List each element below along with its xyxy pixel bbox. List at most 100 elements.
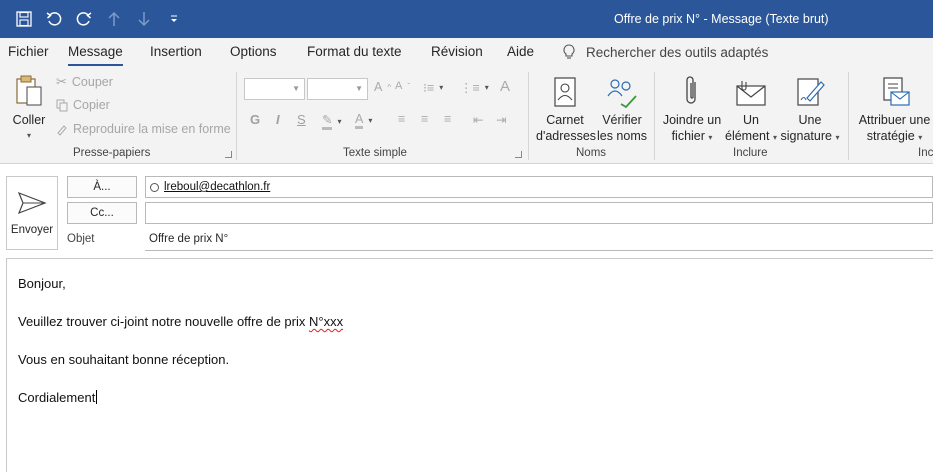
tab-revision[interactable]: Révision xyxy=(431,44,483,59)
increase-indent-icon[interactable]: ⇥ xyxy=(496,112,506,127)
presence-icon xyxy=(150,182,159,192)
signature-button[interactable]: Une signature ▾ xyxy=(780,72,840,146)
ribbon: Coller ▾ ✂ Couper Copier Reproduire la m… xyxy=(0,66,933,164)
copy-button[interactable]: Copier xyxy=(56,98,110,112)
copy-icon xyxy=(56,99,68,111)
text-cursor xyxy=(96,390,98,404)
tab-message[interactable]: Message xyxy=(68,44,123,67)
align-center-icon[interactable]: ≡ xyxy=(421,112,428,126)
cut-button[interactable]: ✂ Couper xyxy=(56,74,113,90)
signature-icon xyxy=(797,78,825,106)
assign-policy-button[interactable]: Attribuer une stratégie ▾ xyxy=(856,72,933,146)
cc-button[interactable]: Cc... xyxy=(67,202,137,224)
font-color-button[interactable]: A ▾ xyxy=(355,112,372,129)
basic-text-group-label: Texte simple xyxy=(343,147,407,159)
send-icon xyxy=(17,191,47,215)
shrink-font-icon[interactable]: Aˇ xyxy=(395,80,410,92)
to-field[interactable]: lreboul@decathlon.fr xyxy=(145,176,933,198)
underline-button[interactable]: S xyxy=(297,112,306,127)
envelope-icon xyxy=(736,81,766,106)
highlight-color-button[interactable]: ✎ ▾ xyxy=(322,112,342,130)
paste-button[interactable]: Coller ▾ xyxy=(10,72,48,144)
scissors-icon: ✂ xyxy=(56,74,67,89)
body-line: Veuillez trouver ci-joint notre nouvelle… xyxy=(18,314,933,352)
tab-insertion[interactable]: Insertion xyxy=(150,44,202,59)
save-icon[interactable] xyxy=(14,8,34,30)
bullets-icon[interactable]: ⁝≡ ▾ xyxy=(423,80,443,95)
address-book-button[interactable]: Carnet d'adresses xyxy=(536,72,597,144)
attach-item-button[interactable]: Un élément ▾ xyxy=(724,72,778,146)
cc-field[interactable] xyxy=(145,202,933,224)
tab-options[interactable]: Options xyxy=(230,44,277,59)
attach-file-label-1: Joindre un xyxy=(662,113,722,127)
ribbon-tabs: Fichier Message Insertion Options Format… xyxy=(0,38,933,67)
lightbulb-icon xyxy=(563,44,575,59)
signature-label-2: signature xyxy=(780,129,832,143)
check-names-button[interactable]: Vérifier les noms xyxy=(596,72,648,144)
title-bar: Offre de prix N° - Message (Texte brut) xyxy=(0,0,933,38)
send-label: Envoyer xyxy=(10,224,54,236)
format-painter-button[interactable]: Reproduire la mise en forme xyxy=(56,122,231,136)
recipient-address: lreboul@decathlon.fr xyxy=(164,181,271,193)
body-line: Cordialement xyxy=(18,390,933,428)
window-title: Offre de prix N° - Message (Texte brut) xyxy=(614,12,829,26)
assign-policy-label-1: Attribuer une xyxy=(858,113,931,127)
customize-qat-icon[interactable] xyxy=(164,8,184,30)
check-names-label-1: Vérifier xyxy=(602,113,642,127)
undo-icon[interactable] xyxy=(44,8,64,30)
tab-aide[interactable]: Aide xyxy=(507,44,534,59)
group-divider xyxy=(528,72,529,160)
group-divider xyxy=(236,72,237,160)
bold-button[interactable]: G xyxy=(250,112,260,127)
attach-item-label-1: Un xyxy=(743,113,759,127)
italic-button[interactable]: I xyxy=(276,112,280,127)
decrease-indent-icon[interactable]: ⇤ xyxy=(473,112,483,127)
to-button[interactable]: À... xyxy=(67,176,137,198)
grow-font-icon[interactable]: A ^ xyxy=(374,80,391,94)
format-painter-label: Reproduire la mise en forme xyxy=(73,122,231,136)
align-left-icon[interactable]: ≡ xyxy=(398,112,405,126)
names-group-label: Noms xyxy=(576,147,607,159)
attach-file-label-2: fichier xyxy=(671,129,705,143)
redo-icon[interactable] xyxy=(74,8,94,30)
clipboard-group-label: Presse-papiers xyxy=(73,147,151,159)
body-line: Bonjour, xyxy=(18,276,66,291)
clear-formatting-icon[interactable]: A xyxy=(500,78,510,95)
tell-me-search[interactable]: Rechercher des outils adaptés xyxy=(562,44,768,60)
clipboard-launcher-icon[interactable] xyxy=(225,151,232,158)
font-name-select[interactable]: ▼ xyxy=(244,78,305,100)
copy-label: Copier xyxy=(73,98,110,112)
attach-file-button[interactable]: Joindre un fichier ▾ xyxy=(662,72,722,146)
address-book-label-2: d'adresses xyxy=(536,129,597,143)
spelling-error-text: N°xxx xyxy=(308,314,344,329)
body-line-text: Veuillez trouver ci-joint notre nouvelle… xyxy=(18,314,309,329)
font-size-select[interactable]: ▼ xyxy=(307,78,368,100)
next-item-icon[interactable] xyxy=(134,8,154,30)
message-body[interactable]: Bonjour, Veuillez trouver ci-joint notre… xyxy=(6,258,933,472)
tags-group-label: Inc xyxy=(918,147,933,159)
signature-label-1: Une xyxy=(798,113,822,127)
tell-me-label: Rechercher des outils adaptés xyxy=(586,44,769,60)
check-names-icon xyxy=(607,79,637,108)
highlighter-icon: ✎ xyxy=(322,112,333,130)
policy-icon xyxy=(882,77,910,106)
previous-item-icon[interactable] xyxy=(104,8,124,30)
cut-label: Couper xyxy=(71,75,113,89)
body-line-text: Cordialement xyxy=(18,390,96,405)
recipient-chip[interactable]: lreboul@decathlon.fr xyxy=(150,177,270,197)
basic-text-launcher-icon[interactable] xyxy=(515,151,522,158)
paste-icon xyxy=(16,75,42,106)
numbering-icon[interactable]: ⋮≡ ▾ xyxy=(460,80,489,95)
body-line: Vous en souhaitant bonne réception. xyxy=(18,352,230,367)
chevron-down-icon: ▾ xyxy=(26,131,31,140)
paintbrush-icon xyxy=(57,124,67,136)
align-right-icon[interactable]: ≡ xyxy=(444,112,451,126)
assign-policy-label-2: stratégie xyxy=(866,129,915,143)
send-button[interactable]: Envoyer xyxy=(6,176,58,250)
font-color-icon: A xyxy=(355,112,364,129)
paperclip-icon xyxy=(686,76,696,104)
subject-field[interactable]: Offre de prix N° xyxy=(145,229,933,251)
tab-fichier[interactable]: Fichier xyxy=(8,44,49,59)
address-book-label-1: Carnet xyxy=(546,113,584,127)
tab-format-du-texte[interactable]: Format du texte xyxy=(307,44,402,59)
